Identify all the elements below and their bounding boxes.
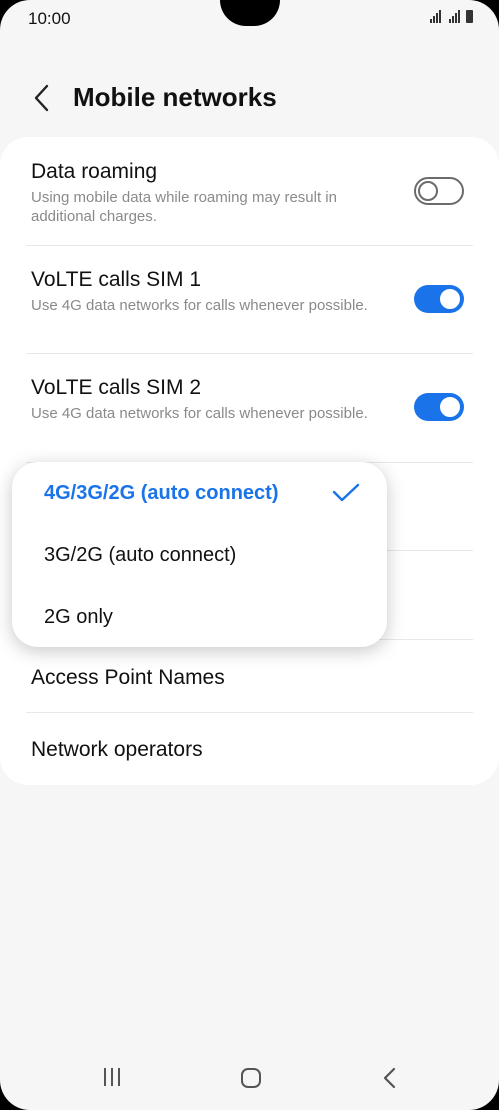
network-mode-option-3g2g[interactable]: 3G/2G (auto connect) (44, 544, 236, 567)
camera-notch (220, 0, 280, 26)
volte-sim1-title: VoLTE calls SIM 1 (31, 268, 202, 291)
header: Mobile networks (0, 78, 499, 118)
navigation-bar (0, 1050, 499, 1110)
volte-sim1-subtitle: Use 4G data networks for calls whenever … (31, 297, 368, 314)
volte-sim2-title: VoLTE calls SIM 2 (31, 376, 202, 399)
signal-sim2-icon (449, 10, 460, 23)
check-icon (332, 483, 360, 502)
data-roaming-subtitle: Using mobile data while roaming may resu… (31, 189, 337, 225)
divider (26, 712, 473, 713)
recents-icon[interactable] (102, 1068, 124, 1088)
screen: 10:00 Mobile networks Data roaming Using… (0, 0, 499, 1110)
volte-sim1-row[interactable]: VoLTE calls SIM 1 Use 4G data networks f… (0, 246, 499, 354)
data-roaming-title: Data roaming (31, 160, 158, 183)
volte-sim2-row[interactable]: VoLTE calls SIM 2 Use 4G data networks f… (0, 354, 499, 462)
data-roaming-toggle[interactable] (414, 177, 464, 205)
data-roaming-row[interactable]: Data roaming Using mobile data while roa… (0, 137, 499, 246)
status-bar: 10:00 (0, 0, 499, 36)
network-mode-menu: 4G/3G/2G (auto connect) 3G/2G (auto conn… (12, 462, 387, 647)
nav-back-icon[interactable] (380, 1066, 400, 1090)
volte-sim2-toggle[interactable] (414, 393, 464, 421)
network-mode-option-4g3g2g[interactable]: 4G/3G/2G (auto connect) (44, 482, 278, 505)
access-point-names-row[interactable]: Access Point Names (31, 666, 225, 690)
network-mode-option-2g[interactable]: 2G only (44, 606, 113, 629)
network-operators-row[interactable]: Network operators (31, 738, 203, 762)
back-button[interactable] (28, 81, 58, 115)
chevron-left-icon (34, 84, 49, 112)
toggle-knob (438, 287, 462, 311)
volte-sim1-toggle[interactable] (414, 285, 464, 313)
status-time: 10:00 (28, 9, 71, 28)
signal-sim1-icon (430, 10, 441, 23)
page-title: Mobile networks (73, 82, 277, 112)
status-icons (430, 10, 473, 23)
battery-icon (466, 10, 473, 23)
toggle-knob (438, 395, 462, 419)
home-icon[interactable] (241, 1068, 261, 1088)
volte-sim2-subtitle: Use 4G data networks for calls whenever … (31, 405, 368, 422)
settings-card: Data roaming Using mobile data while roa… (0, 137, 499, 785)
toggle-knob (418, 181, 438, 201)
